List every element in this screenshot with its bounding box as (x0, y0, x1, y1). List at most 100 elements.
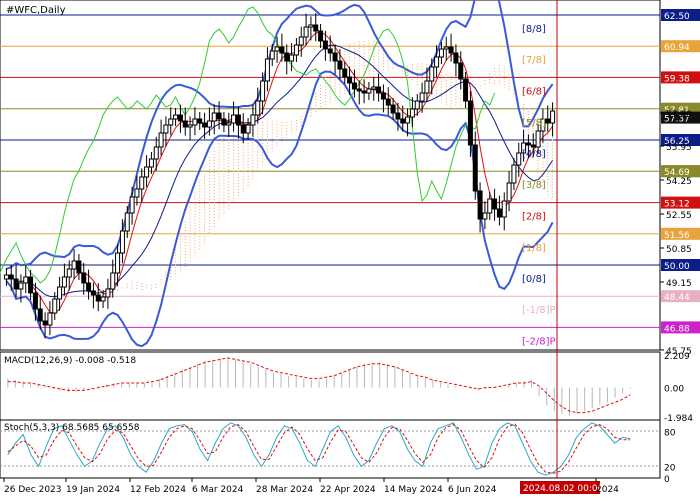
candle-body (308, 24, 314, 28)
murrey-level-label: [8/8] (522, 24, 546, 35)
candle-body (313, 24, 319, 32)
candle-body (86, 282, 92, 292)
candle-body (76, 260, 82, 274)
candle-body (467, 100, 473, 146)
candle-body (400, 118, 406, 124)
candle-body (380, 92, 386, 100)
candle-body (487, 198, 493, 214)
candle-body (226, 122, 232, 126)
candle-body (90, 290, 96, 296)
price-tick-label: 52.55 (666, 211, 692, 221)
murrey-level-label: [1/8] (522, 243, 546, 254)
time-cursor-label: 2024.08.02 00:00 (523, 484, 604, 494)
candle-body (13, 278, 19, 290)
candle-body (303, 26, 309, 38)
candle-body (395, 112, 401, 120)
macd-tick-label: -1.984 (664, 414, 693, 424)
price-tag-text: 50.00 (664, 262, 690, 272)
candle-body (424, 80, 430, 94)
candle-body (187, 124, 193, 128)
candle-body (163, 124, 169, 134)
candle-body (100, 296, 106, 302)
candle-body (419, 92, 425, 102)
time-tick-label: 6 Mar 2024 (192, 485, 244, 495)
macd-tick-label: 0.00 (664, 384, 684, 394)
candle-body (482, 212, 488, 220)
time-tick-label: 19 Jan 2024 (66, 485, 120, 495)
price-tag-text: 51.56 (664, 231, 690, 241)
candle-body (492, 198, 498, 210)
candle-body (429, 66, 435, 82)
candle-body (405, 116, 411, 124)
candle-body (158, 132, 164, 148)
candle-body (153, 146, 159, 160)
candle-body (530, 144, 536, 148)
candle-body (66, 268, 72, 278)
candle-body (332, 52, 338, 62)
candle-body (376, 86, 382, 94)
candle-body (231, 114, 237, 124)
candle-body (52, 298, 58, 314)
time-tick-label: 2024 (596, 485, 619, 495)
candle-body (124, 212, 130, 232)
candle-body (81, 272, 87, 284)
candle-body (182, 120, 188, 128)
candle-body (216, 112, 222, 120)
candle-body (289, 54, 295, 62)
candle-body (327, 48, 333, 54)
candle-body (511, 164, 517, 184)
candle-body (535, 130, 541, 148)
candle-body (318, 30, 324, 42)
macd-title: MACD(12,26,9) -0.008 -0.518 (4, 356, 136, 366)
candle-body (47, 312, 53, 326)
stoch-pane: Stoch(5,3,3) 68.5685 65.6558 (0, 419, 661, 479)
murrey-level-label: [4/8] (522, 149, 546, 160)
time-tick-label: 14 May 2024 (384, 485, 443, 495)
candle-body (3, 274, 9, 280)
candle-body (173, 114, 179, 120)
candle-body (501, 200, 507, 218)
candle-body (260, 80, 266, 102)
chart-title: #WFC,Daily (6, 5, 66, 16)
price-tick-label: 55.95 (666, 143, 692, 153)
stoch-title: Stoch(5,3,3) 68.5685 65.6558 (4, 423, 140, 433)
murrey-level-label: [-1/8]P (522, 305, 556, 316)
candle-body (71, 260, 77, 270)
price-tag-text: 62.50 (664, 12, 690, 22)
candle-body (177, 114, 183, 122)
candle-body (8, 274, 14, 280)
candle-body (202, 122, 208, 128)
candle-body (110, 272, 116, 290)
candle-body (496, 208, 502, 218)
candle-body (477, 190, 483, 220)
candle-body (192, 118, 198, 126)
candle-body (134, 188, 140, 198)
candle-body (245, 124, 251, 134)
candle-body (269, 50, 275, 60)
candle-body (361, 90, 367, 94)
candle-body (240, 124, 246, 134)
candle-body (37, 308, 43, 322)
candle-body (264, 58, 270, 82)
candle-body (356, 88, 362, 92)
candle-body (443, 46, 449, 50)
candle-body (206, 120, 212, 128)
candle-body (28, 276, 34, 294)
candle-body (235, 114, 241, 126)
candle-body (115, 252, 121, 274)
price-pane: [8/8] [7/8] [6/8] [5/8] [4/8] [3/8] [2/8] [1/8]… (0, 0, 661, 351)
candle-body (18, 282, 24, 290)
time-tick-label: 28 Mar 2024 (256, 485, 313, 495)
candle-body (274, 46, 280, 52)
candle-body (506, 182, 512, 202)
price-tick-label: 54.25 (666, 177, 692, 187)
stoch-tick-label: 80 (664, 429, 676, 439)
macd-pane: MACD(12,26,9) -0.008 -0.518 (0, 351, 661, 421)
candle-body (221, 118, 227, 126)
murrey-level-label: [3/8] (522, 180, 546, 191)
candle-body (250, 114, 256, 126)
candle-body (284, 52, 290, 62)
candle-body (438, 48, 444, 58)
candle-body (366, 88, 372, 94)
price-tag-text: 48.44 (664, 293, 690, 303)
